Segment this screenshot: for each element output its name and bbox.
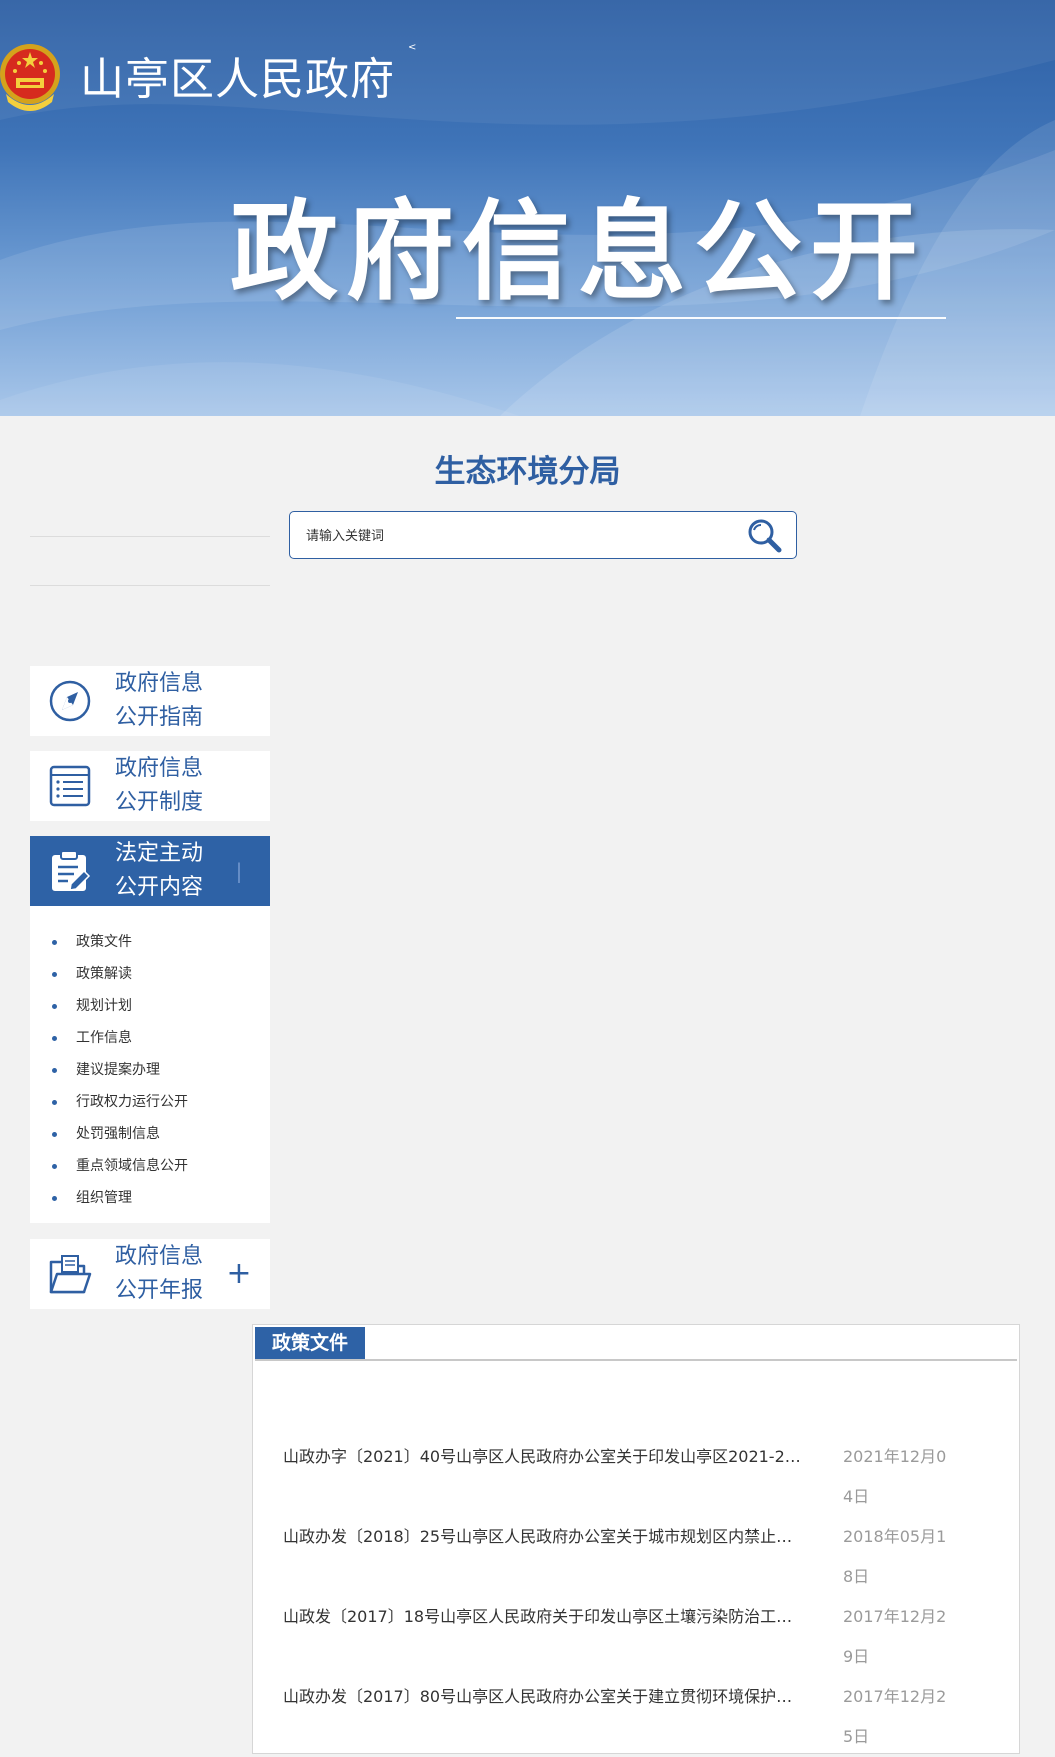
article-date: 2017年12月29日	[843, 1607, 947, 1666]
search-button[interactable]	[746, 518, 784, 554]
sidebar-item-annual-report[interactable]: 政府信息 公开年报 +	[30, 1239, 270, 1309]
banner-title-underline	[456, 317, 946, 319]
bullet-icon	[52, 972, 57, 977]
site-title[interactable]: 山亭区人民政府	[80, 48, 395, 112]
article-title-link[interactable]: 山政办发〔2017〕80号山亭区人民政府办公室关于建立贯彻环境保护税法工作机制的…	[283, 1677, 803, 1717]
bullet-icon	[52, 1100, 57, 1105]
search-box	[289, 511, 797, 559]
sidebar-item-mandatory-disclosure[interactable]: 法定主动 公开内容 |	[30, 836, 270, 906]
compass-icon	[49, 680, 91, 722]
divider	[30, 536, 270, 537]
banner-title: 政府信息公开	[230, 190, 927, 315]
submenu-item-admin-power[interactable]: 行政权力运行公开	[30, 1086, 270, 1118]
national-emblem-icon	[0, 44, 60, 111]
document-list-icon	[49, 765, 91, 807]
expand-toggle[interactable]: +	[224, 1257, 254, 1291]
article-date: 2017年12月25日	[843, 1687, 947, 1746]
bullet-icon	[52, 1004, 57, 1009]
list-item: 山政发〔2017〕18号山亭区人民政府关于印发山亭区土壤污染防治工作方案的通知 …	[283, 1597, 983, 1677]
article-title-link[interactable]: 山政发〔2017〕18号山亭区人民政府关于印发山亭区土壤污染防治工作方案的通知	[283, 1597, 803, 1637]
list-item: 山政办发〔2018〕25号山亭区人民政府办公室关于城市规划区内禁止从事露天烧烤的…	[283, 1517, 983, 1597]
article-date: 2018年05月18日	[843, 1527, 947, 1586]
article-list: 山政办字〔2021〕40号山亭区人民政府办公室关于印发山亭区2021-2025年…	[283, 1437, 983, 1757]
sidebar-item-label: 政府信息 公开指南	[115, 671, 204, 730]
submenu-item-penalties[interactable]: 处罚强制信息	[30, 1118, 270, 1150]
bullet-icon	[52, 1164, 57, 1169]
bullet-icon	[52, 1196, 57, 1201]
submenu-item-work-info[interactable]: 工作信息	[30, 1022, 270, 1054]
sidebar-item-system[interactable]: 政府信息 公开制度	[30, 751, 270, 821]
bullet-icon	[52, 940, 57, 945]
submenu-item-organization[interactable]: 组织管理	[30, 1182, 270, 1214]
submenu-item-key-areas[interactable]: 重点领域信息公开	[30, 1150, 270, 1182]
sidebar-item-guide[interactable]: 政府信息 公开指南	[30, 666, 270, 736]
sidebar-submenu: 政策文件 政策解读 规划计划 工作信息 建议提案办理 行政权力运行公开 处罚强制…	[30, 906, 270, 1223]
sidebar-item-label: 政府信息 公开年报	[115, 1244, 204, 1303]
sidebar-item-label: 政府信息 公开制度	[115, 756, 204, 815]
folder-icon	[49, 1255, 92, 1294]
small-mark: <	[408, 42, 417, 53]
tab-divider	[255, 1359, 1017, 1361]
article-title-link[interactable]: 山政办发〔2018〕25号山亭区人民政府办公室关于城市规划区内禁止从事露天烧烤的…	[283, 1517, 803, 1557]
submenu-item-plans[interactable]: 规划计划	[30, 990, 270, 1022]
list-item: 山政办字〔2021〕40号山亭区人民政府办公室关于印发山亭区2021-2025年…	[283, 1437, 983, 1517]
bullet-icon	[52, 1132, 57, 1137]
clipboard-edit-icon	[52, 850, 91, 891]
tab-policy-documents[interactable]: 政策文件	[255, 1327, 365, 1359]
list-item: 山政办发〔2017〕80号山亭区人民政府办公室关于建立贯彻环境保护税法工作机制的…	[283, 1677, 983, 1757]
department-title: 生态环境分局	[434, 454, 621, 490]
submenu-item-proposals[interactable]: 建议提案办理	[30, 1054, 270, 1086]
content-panel: 政策文件 山政办字〔2021〕40号山亭区人民政府办公室关于印发山亭区2021-…	[252, 1324, 1020, 1754]
bullet-icon	[52, 1036, 57, 1041]
article-title-link[interactable]: 山政办字〔2021〕40号山亭区人民政府办公室关于印发山亭区2021-2025年…	[283, 1437, 803, 1477]
bullet-icon	[52, 1068, 57, 1073]
search-icon	[748, 519, 782, 553]
submenu-item-policy-interpretation[interactable]: 政策解读	[30, 958, 270, 990]
collapse-toggle[interactable]: |	[224, 854, 254, 888]
header-banner: 山亭区人民政府 < 政府信息公开	[0, 0, 1055, 416]
article-date: 2021年12月04日	[843, 1447, 947, 1506]
search-input[interactable]	[304, 522, 728, 550]
sidebar-item-label: 法定主动 公开内容	[115, 841, 204, 900]
submenu-item-policy-documents[interactable]: 政策文件	[30, 926, 270, 958]
divider	[30, 585, 270, 586]
